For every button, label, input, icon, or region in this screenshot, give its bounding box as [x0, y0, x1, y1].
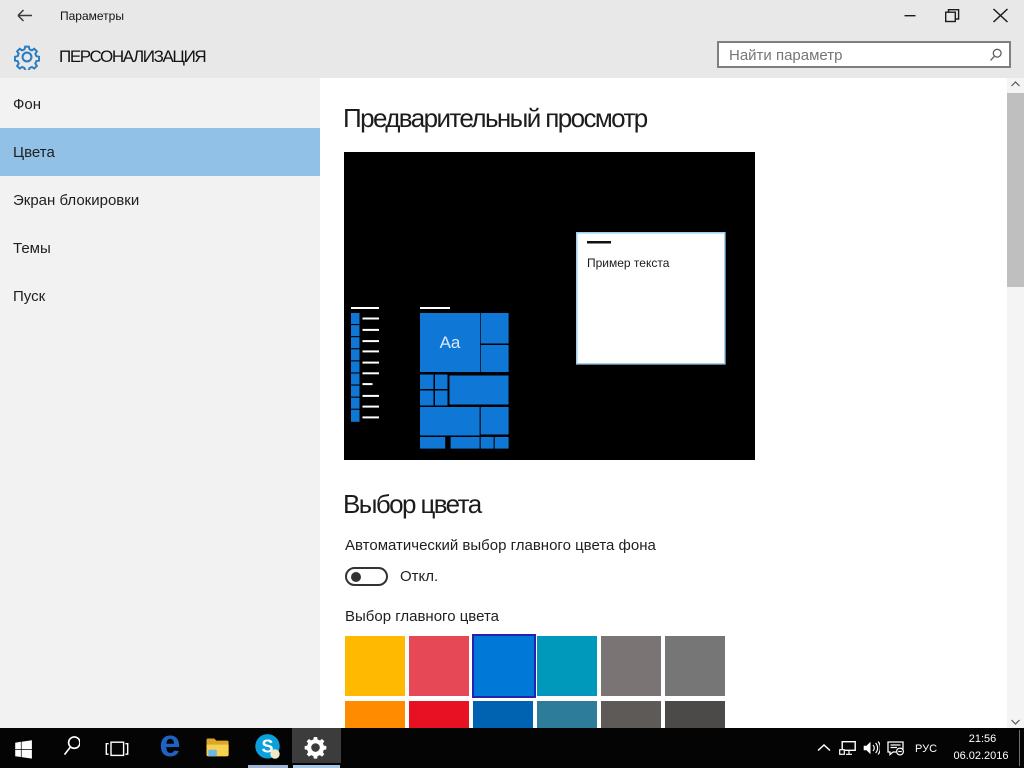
svg-text:Пример текста: Пример текста [587, 256, 670, 270]
svg-text:Aa: Aa [440, 333, 461, 352]
